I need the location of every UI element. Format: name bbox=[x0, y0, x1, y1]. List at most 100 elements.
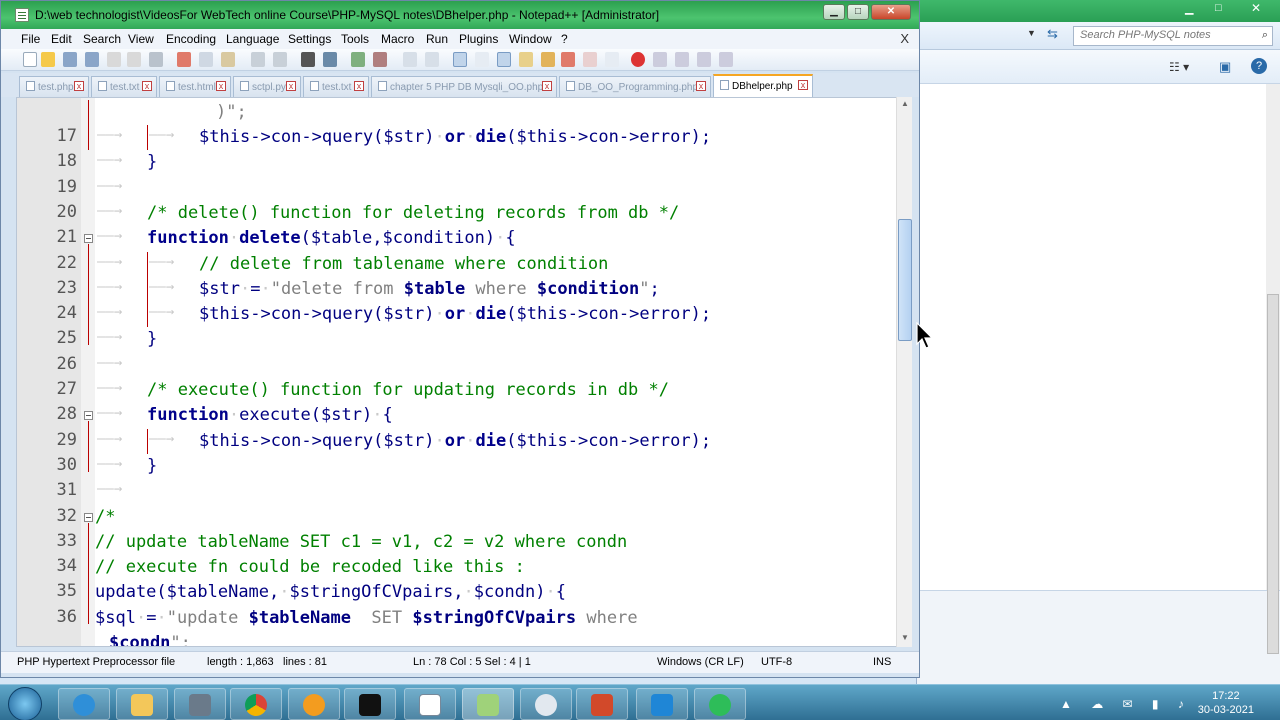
search-icon[interactable]: ⌕ bbox=[1262, 29, 1268, 42]
code-line[interactable]: } bbox=[147, 454, 157, 479]
code-line[interactable]: /* execute() function for updating recor… bbox=[147, 378, 669, 403]
tray-icons[interactable]: ▲ ☁ ✉ ▮ ♪ bbox=[1060, 697, 1192, 711]
code-line[interactable]: // execute fn could be recoded like this… bbox=[95, 555, 525, 580]
taskbar-app-orange[interactable] bbox=[288, 688, 340, 720]
sync-horizontal-icon[interactable] bbox=[425, 52, 439, 67]
code-line[interactable]: /* bbox=[95, 505, 115, 530]
save-icon[interactable] bbox=[63, 52, 77, 67]
code-line[interactable]: $sql·=·"update $tableName SET $stringOfC… bbox=[95, 606, 638, 631]
tab-close-icon[interactable]: x bbox=[216, 81, 226, 91]
tab-chapter5[interactable]: chapter 5 PHP DB Mysqli_OO.php x bbox=[371, 76, 557, 97]
tab-close-icon[interactable]: x bbox=[798, 80, 808, 90]
code-line[interactable]: function·delete($table,$condition)·{ bbox=[147, 226, 516, 251]
taskbar-ie[interactable] bbox=[58, 688, 110, 720]
code-area[interactable]: )"; ——→ ——→ $this->con->query($str)·or·die(… bbox=[95, 98, 895, 646]
menu-edit[interactable]: Edit bbox=[51, 32, 72, 46]
code-line[interactable]: $str·=·"delete from $table where $condit… bbox=[199, 277, 660, 302]
fold-toggle-icon[interactable] bbox=[84, 411, 93, 421]
code-line[interactable]: /* delete() function for deleting record… bbox=[147, 201, 679, 226]
help-icon[interactable]: ? bbox=[1251, 58, 1267, 74]
menu-window[interactable]: Window bbox=[509, 32, 552, 46]
code-line[interactable]: function·execute($str)·{ bbox=[147, 403, 393, 428]
tab-test-html[interactable]: test.html x bbox=[159, 76, 231, 97]
taskbar-notepadpp[interactable] bbox=[462, 688, 514, 720]
taskbar-chrome[interactable] bbox=[230, 688, 282, 720]
menu-tools[interactable]: Tools bbox=[341, 32, 369, 46]
save-all-icon[interactable] bbox=[85, 52, 99, 67]
menu-view[interactable]: View bbox=[128, 32, 154, 46]
sync-vertical-icon[interactable] bbox=[403, 52, 417, 67]
tab-test-php[interactable]: test.php x bbox=[19, 76, 89, 97]
show-all-chars-icon[interactable] bbox=[475, 52, 489, 67]
udl-icon[interactable] bbox=[519, 52, 533, 67]
zoom-in-icon[interactable] bbox=[351, 52, 365, 67]
taskbar-recorder[interactable] bbox=[694, 688, 746, 720]
monitoring-icon[interactable] bbox=[605, 52, 619, 67]
cut-icon[interactable] bbox=[177, 52, 191, 67]
tab-db-oo-programming[interactable]: DB_OO_Programming.php x bbox=[559, 76, 711, 97]
code-line[interactable]: // delete from tablename where condition bbox=[199, 252, 608, 277]
close-document-icon[interactable]: X bbox=[900, 31, 909, 46]
indent-guide-icon[interactable] bbox=[497, 52, 511, 67]
vertical-scrollbar[interactable]: ▲ ▼ bbox=[896, 97, 912, 647]
taskbar-sql[interactable] bbox=[174, 688, 226, 720]
menu-encoding[interactable]: Encoding bbox=[166, 32, 216, 46]
code-line-partial-bottom[interactable]: $condn"; bbox=[109, 631, 191, 646]
maximize-button[interactable]: □ bbox=[847, 4, 869, 20]
word-wrap-icon[interactable] bbox=[453, 52, 467, 67]
menu-settings[interactable]: Settings bbox=[288, 32, 331, 46]
background-scrollbar-thumb[interactable] bbox=[1267, 294, 1279, 654]
run-macro-multiple-icon[interactable] bbox=[697, 52, 711, 67]
tab-close-icon[interactable]: x bbox=[142, 81, 152, 91]
save-macro-icon[interactable] bbox=[719, 52, 733, 67]
tab-test-txt-2[interactable]: test.txt x bbox=[303, 76, 369, 97]
scroll-down-icon[interactable]: ▼ bbox=[899, 633, 911, 645]
code-line[interactable]: $this->con->query($str)·or·die($this->co… bbox=[199, 302, 711, 327]
replace-icon[interactable] bbox=[323, 52, 337, 67]
close-all-icon[interactable] bbox=[127, 52, 141, 67]
background-scrollbar[interactable] bbox=[1266, 84, 1280, 654]
tab-close-icon[interactable]: x bbox=[74, 81, 84, 91]
code-line[interactable]: } bbox=[147, 327, 157, 352]
tab-dbhelper-php[interactable]: DBhelper.php x bbox=[713, 74, 813, 97]
menu-help[interactable]: ? bbox=[561, 32, 568, 46]
code-line[interactable]: // update tableName SET c1 = v1, c2 = v2… bbox=[95, 530, 627, 555]
background-maximize-icon[interactable]: □ bbox=[1215, 2, 1222, 14]
refresh-icon[interactable]: ⇆ bbox=[1047, 26, 1058, 42]
taskbar-cmd[interactable] bbox=[344, 688, 396, 720]
menu-search[interactable]: Search bbox=[83, 32, 121, 46]
tab-close-icon[interactable]: x bbox=[542, 81, 552, 91]
print-icon[interactable] bbox=[149, 52, 163, 67]
fold-toggle-icon[interactable] bbox=[84, 234, 93, 244]
close-button[interactable]: ✕ bbox=[871, 4, 911, 20]
minimize-button[interactable]: ▁ bbox=[823, 4, 845, 20]
new-file-icon[interactable] bbox=[23, 52, 37, 67]
clock[interactable]: 17:22 30-03-2021 bbox=[1198, 689, 1254, 717]
preview-pane-icon[interactable]: ▣ bbox=[1219, 59, 1231, 75]
background-minimize-icon[interactable]: ▁ bbox=[1185, 2, 1193, 15]
code-line[interactable]: $this->con->query($str)·or·die($this->co… bbox=[199, 429, 711, 454]
taskbar-notepad[interactable] bbox=[404, 688, 456, 720]
code-line[interactable]: } bbox=[147, 150, 157, 175]
tab-close-icon[interactable]: x bbox=[286, 81, 296, 91]
code-line-partial-top[interactable]: )"; bbox=[216, 100, 247, 125]
find-icon[interactable] bbox=[301, 52, 315, 67]
tab-close-icon[interactable]: x bbox=[696, 81, 706, 91]
copy-icon[interactable] bbox=[199, 52, 213, 67]
function-list-icon[interactable] bbox=[561, 52, 575, 67]
code-editor[interactable]: 17 18 19 20 21 22 23 24 25 26 27 28 29 30 31 32 33 34 35 36… bbox=[16, 97, 912, 647]
menu-macro[interactable]: Macro bbox=[381, 32, 414, 46]
menu-run[interactable]: Run bbox=[426, 32, 448, 46]
stop-macro-icon[interactable] bbox=[653, 52, 667, 67]
menu-file[interactable]: File bbox=[21, 32, 40, 46]
scrollbar-thumb[interactable] bbox=[898, 219, 912, 341]
fold-toggle-icon[interactable] bbox=[84, 512, 93, 522]
background-search-input[interactable]: Search PHP-MySQL notes ⌕ bbox=[1073, 26, 1273, 46]
view-options-icon[interactable]: ☷ ▾ bbox=[1169, 60, 1189, 74]
open-file-icon[interactable] bbox=[41, 52, 55, 67]
close-file-icon[interactable] bbox=[107, 52, 121, 67]
undo-icon[interactable] bbox=[251, 52, 265, 67]
play-macro-icon[interactable] bbox=[675, 52, 689, 67]
record-macro-icon[interactable] bbox=[631, 52, 645, 67]
scroll-up-icon[interactable]: ▲ bbox=[899, 99, 911, 111]
